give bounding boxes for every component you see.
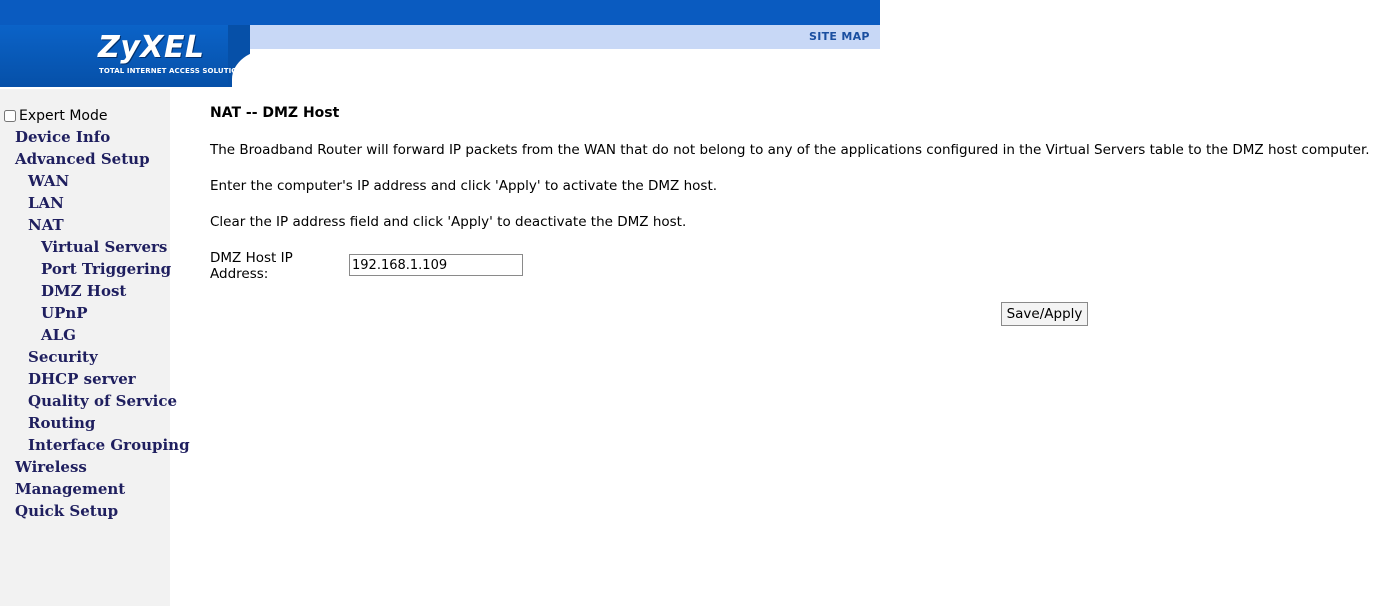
save-apply-button[interactable]: Save/Apply (1001, 302, 1088, 326)
sidebar-item-management[interactable]: Management (15, 480, 125, 498)
sidebar-item-dmz-host[interactable]: DMZ Host (41, 282, 126, 300)
brand-tagline: Total Internet Access Solution (99, 67, 244, 75)
sidebar-item-routing[interactable]: Routing (28, 414, 95, 432)
activate-instruction: Enter the computer's IP address and clic… (210, 178, 718, 194)
sidebar-item-quick-setup[interactable]: Quick Setup (15, 502, 118, 520)
header-light-bar (228, 25, 880, 49)
sidebar-item-dhcp-server[interactable]: DHCP server (28, 370, 136, 388)
sidebar-item-lan[interactable]: LAN (28, 194, 64, 212)
sidebar-item-wireless[interactable]: Wireless (15, 458, 87, 476)
description-text: The Broadband Router will forward IP pac… (210, 142, 1370, 158)
sidebar-item-virtual-servers[interactable]: Virtual Servers (41, 238, 167, 256)
page-title: NAT -- DMZ Host (210, 105, 340, 121)
brand-name: ZyXEL (98, 30, 205, 65)
sidebar-item-interface-grouping[interactable]: Interface Grouping (28, 436, 190, 454)
sidebar-item-device-info[interactable]: Device Info (15, 128, 110, 146)
site-map-link[interactable]: SITE MAP (809, 30, 870, 43)
expert-mode-label: Expert Mode (19, 108, 108, 124)
expert-mode-checkbox[interactable] (4, 110, 16, 122)
sidebar-item-port-triggering[interactable]: Port Triggering (41, 260, 171, 278)
sidebar-item-alg[interactable]: ALG (41, 326, 76, 344)
sidebar-item-nat[interactable]: NAT (28, 216, 64, 234)
sidebar-item-quality-of-service[interactable]: Quality of Service (28, 392, 177, 410)
sidebar-item-upnp[interactable]: UPnP (41, 304, 88, 322)
deactivate-instruction: Clear the IP address field and click 'Ap… (210, 214, 687, 230)
header-bar (0, 0, 880, 25)
dmz-ip-input[interactable] (349, 254, 523, 276)
sidebar-item-wan[interactable]: WAN (28, 172, 69, 190)
zyxel-logo: ZyXEL Total Internet Access Solution (0, 25, 243, 87)
expert-mode-toggle[interactable]: Expert Mode (4, 108, 107, 124)
sidebar-item-security[interactable]: Security (28, 348, 98, 366)
dmz-ip-label: DMZ Host IP Address: (210, 250, 293, 282)
sidebar-item-advanced-setup[interactable]: Advanced Setup (15, 150, 150, 168)
